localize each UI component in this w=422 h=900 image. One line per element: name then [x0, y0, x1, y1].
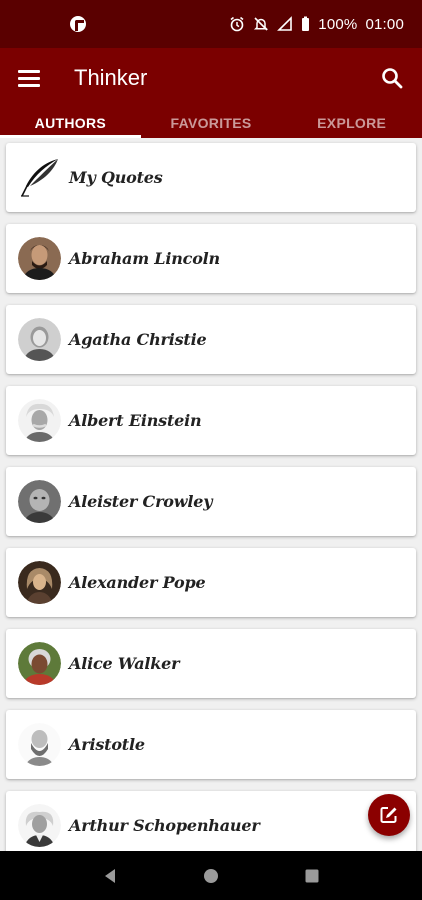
recents-icon[interactable] [297, 861, 327, 891]
avatar [18, 723, 61, 766]
list-item-aristotle[interactable]: Aristotle [6, 710, 416, 779]
menu-icon[interactable] [18, 66, 42, 90]
clock: 01:00 [365, 15, 404, 33]
avatar [18, 642, 61, 685]
edit-icon [380, 807, 397, 823]
list-item-abraham-lincoln[interactable]: Abraham Lincoln [6, 224, 416, 293]
battery-percent: 100% [318, 15, 358, 33]
tab-bar: AUTHORS FAVORITES EXPLORE [0, 108, 422, 138]
avatar [18, 399, 61, 442]
avatar [18, 237, 61, 280]
app-bar: Thinker [0, 48, 422, 108]
quill-icon [18, 156, 61, 199]
back-icon[interactable] [95, 861, 125, 891]
system-nav-bar [0, 851, 422, 900]
list-item-my-quotes[interactable]: My Quotes [6, 143, 416, 212]
author-name: Alice Walker [69, 654, 180, 673]
avatar [18, 804, 61, 847]
status-bar: 100% 01:00 [0, 0, 422, 48]
tab-explore[interactable]: EXPLORE [281, 108, 422, 138]
app-title: Thinker [74, 65, 148, 90]
author-name: Abraham Lincoln [69, 249, 220, 268]
author-name: Aristotle [69, 735, 145, 754]
author-name: Agatha Christie [69, 330, 207, 349]
tab-favorites[interactable]: FAVORITES [141, 108, 282, 138]
signal-icon [277, 16, 293, 32]
compose-quote-button[interactable] [368, 794, 410, 836]
notifications-off-icon [253, 16, 269, 32]
author-name: Aleister Crowley [69, 492, 213, 511]
list-item-aleister-crowley[interactable]: Aleister Crowley [6, 467, 416, 536]
author-name: Alexander Pope [69, 573, 206, 592]
app-notification-icon [70, 16, 86, 32]
author-name: My Quotes [69, 168, 163, 187]
avatar [18, 561, 61, 604]
battery-icon [301, 16, 310, 32]
avatar [18, 480, 61, 523]
avatar [18, 318, 61, 361]
alarm-icon [229, 16, 245, 32]
author-name: Arthur Schopenhauer [69, 816, 260, 835]
list-item-arthur-schopenhauer[interactable]: Arthur Schopenhauer [6, 791, 416, 851]
author-name: Albert Einstein [69, 411, 202, 430]
list-item-alexander-pope[interactable]: Alexander Pope [6, 548, 416, 617]
author-list[interactable]: My Quotes Abraham Lincoln Agatha Christi… [0, 138, 422, 851]
search-icon[interactable] [380, 66, 404, 90]
list-item-alice-walker[interactable]: Alice Walker [6, 629, 416, 698]
list-item-agatha-christie[interactable]: Agatha Christie [6, 305, 416, 374]
status-right: 100% 01:00 [229, 16, 404, 33]
home-icon[interactable] [196, 861, 226, 891]
list-item-albert-einstein[interactable]: Albert Einstein [6, 386, 416, 455]
tab-authors[interactable]: AUTHORS [0, 108, 141, 138]
status-left [18, 16, 158, 32]
